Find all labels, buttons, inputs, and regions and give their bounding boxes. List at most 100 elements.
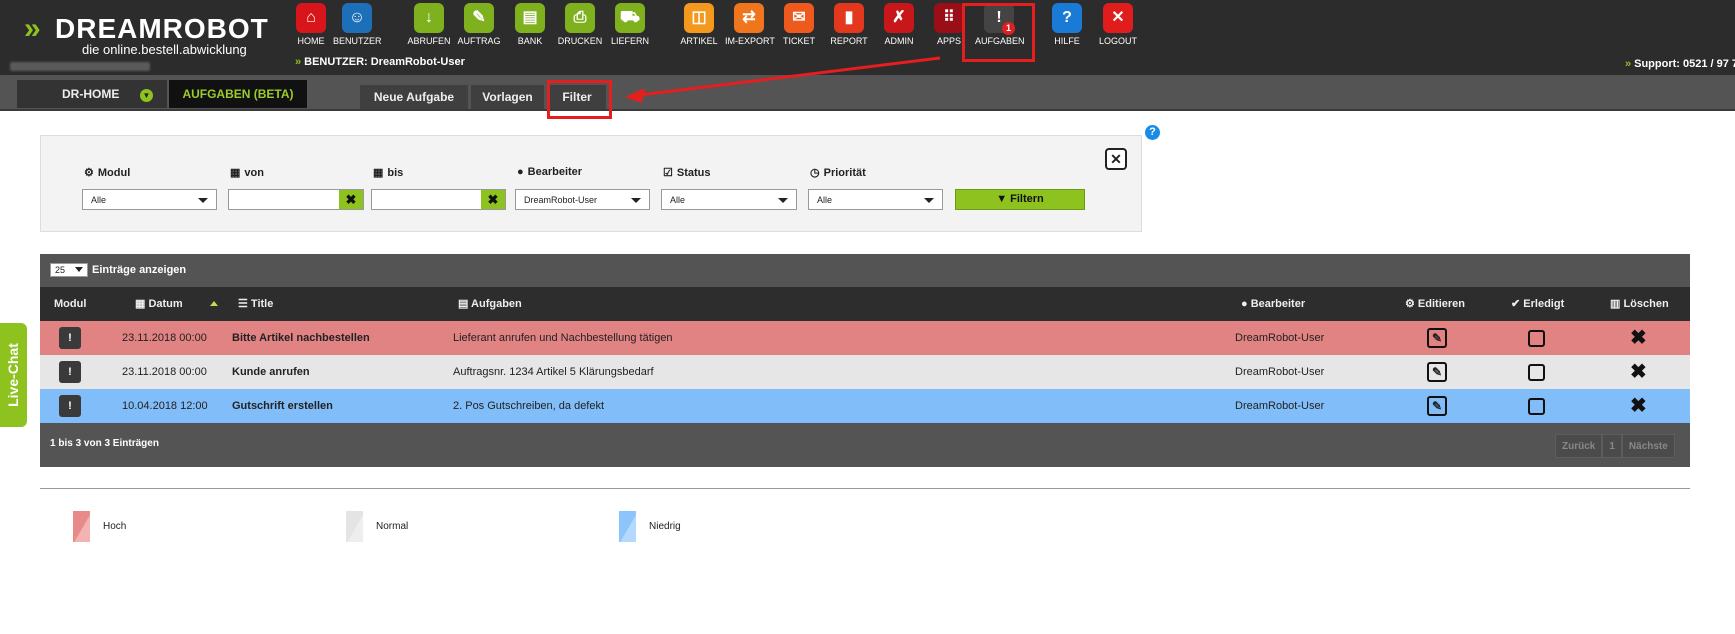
row-bearbeiter: DreamRobot-User <box>1235 332 1325 344</box>
bis-date-input[interactable]: ✖ <box>371 189 506 210</box>
bearbeiter-select-value: DreamRobot-User <box>524 195 598 205</box>
filtern-button[interactable]: ▼ Filtern <box>955 189 1085 210</box>
list-icon: ☰ <box>238 298 251 310</box>
column-erledigt[interactable]: ✔ Erledigt <box>1511 287 1564 321</box>
close-filter-button[interactable]: ✕ <box>1105 148 1127 170</box>
legend-swatch <box>619 511 636 542</box>
status-select[interactable]: Alle <box>661 189 797 210</box>
chevron-down-icon <box>778 198 788 203</box>
row-datum: 23.11.2018 00:00 <box>122 366 207 378</box>
modul-select[interactable]: Alle <box>82 189 217 210</box>
live-chat-label: Live-Chat <box>5 343 21 407</box>
erledigt-checkbox[interactable] <box>1528 330 1545 347</box>
clear-icon[interactable]: ✖ <box>339 190 363 209</box>
bearbeiter-select[interactable]: DreamRobot-User <box>515 189 650 210</box>
table-row[interactable]: ! 23.11.2018 00:00 Bitte Artikel nachbes… <box>40 321 1690 355</box>
clock-icon: ◷ <box>810 167 820 179</box>
von-label: ▦ von <box>230 166 264 179</box>
delete-icon[interactable]: ✖ <box>1630 358 1647 386</box>
row-datum: 10.04.2018 12:00 <box>122 400 208 412</box>
column-editieren-label: Editieren <box>1417 298 1465 310</box>
live-chat-button[interactable]: Live-Chat <box>0 323 27 427</box>
pager-prev-button[interactable]: Zurück <box>1555 434 1603 458</box>
bearbeiter-label: ● Bearbeiter <box>517 166 582 178</box>
table-header: Modul ▦ Datum ☰ Title ▤ Aufgaben ● Bearb… <box>40 287 1690 321</box>
help-icon[interactable]: ? <box>1145 125 1160 140</box>
calendar-icon: ▦ <box>135 298 149 310</box>
column-erledigt-label: Erledigt <box>1523 298 1565 310</box>
prioritaet-label: ◷ Priorität <box>810 166 866 179</box>
task-module-icon[interactable]: ! <box>59 395 81 417</box>
erledigt-checkbox[interactable] <box>1528 398 1545 415</box>
legend-swatch <box>346 511 363 542</box>
document-icon: ▤ <box>458 298 472 310</box>
edit-icon[interactable]: ✎ <box>1427 362 1447 382</box>
pagination: Zurück 1 Nächste <box>1555 434 1675 458</box>
calendar-icon: ▦ <box>230 167 241 179</box>
task-module-icon[interactable]: ! <box>59 327 81 349</box>
column-bearbeiter[interactable]: ● Bearbeiter <box>1241 287 1305 321</box>
prioritaet-select-value: Alle <box>817 195 833 205</box>
prioritaet-label-text: Priorität <box>823 167 866 179</box>
column-modul[interactable]: Modul <box>54 287 86 321</box>
status-select-value: Alle <box>670 195 686 205</box>
divider <box>40 488 1690 489</box>
bis-label-text: bis <box>387 167 404 179</box>
user-icon: ● <box>1241 298 1251 310</box>
trash-icon: ▥ <box>1610 298 1624 310</box>
column-datum[interactable]: ▦ Datum <box>135 287 183 321</box>
task-module-icon[interactable]: ! <box>59 361 81 383</box>
edit-icon[interactable]: ✎ <box>1427 396 1447 416</box>
table-row[interactable]: ! 10.04.2018 12:00 Gutschrift erstellen … <box>40 389 1690 423</box>
row-title: Bitte Artikel nachbestellen <box>232 332 370 344</box>
row-aufgabe: 2. Pos Gutschreiben, da defekt <box>453 400 605 412</box>
column-aufgaben[interactable]: ▤ Aufgaben <box>458 287 522 321</box>
page-size-control: 25 Einträge anzeigen <box>50 263 186 277</box>
row-bearbeiter: DreamRobot-User <box>1235 366 1325 378</box>
erledigt-checkbox[interactable] <box>1528 364 1545 381</box>
status-label-text: Status <box>676 167 711 179</box>
page-size-label: Einträge anzeigen <box>92 263 187 276</box>
chevron-down-icon <box>924 198 934 203</box>
clear-icon[interactable]: ✖ <box>481 190 505 209</box>
column-loeschen[interactable]: ▥ Löschen <box>1610 287 1669 321</box>
column-loeschen-label: Löschen <box>1623 298 1669 310</box>
pager-next-button[interactable]: Nächste <box>1621 434 1675 458</box>
prioritaet-select[interactable]: Alle <box>808 189 943 210</box>
delete-icon[interactable]: ✖ <box>1630 324 1647 352</box>
legend-swatch <box>73 511 90 542</box>
column-aufgaben-label: Aufgaben <box>471 298 522 310</box>
modul-label: ⚙ Modul <box>84 166 130 179</box>
sort-ascending-icon <box>210 301 218 306</box>
column-title-label: Title <box>250 298 274 310</box>
edit-icon[interactable]: ✎ <box>1427 328 1447 348</box>
column-editieren[interactable]: ⚙ Editieren <box>1405 287 1465 321</box>
checkbox-icon: ☑ <box>663 167 673 179</box>
gear-icon: ⚙ <box>84 167 94 179</box>
table-row[interactable]: ! 23.11.2018 00:00 Kunde anrufen Auftrag… <box>40 355 1690 389</box>
row-title: Gutschrift erstellen <box>232 400 333 412</box>
row-aufgabe: Auftragsnr. 1234 Artikel 5 Klärungsbedar… <box>453 366 654 378</box>
user-icon: ● <box>517 166 524 178</box>
chevron-down-icon <box>198 198 208 203</box>
modul-select-value: Alle <box>91 195 107 205</box>
row-aufgabe: Lieferant anrufen und Nachbestellung tät… <box>453 332 673 344</box>
column-title[interactable]: ☰ Title <box>238 287 273 321</box>
row-bearbeiter: DreamRobot-User <box>1235 400 1325 412</box>
row-datum: 23.11.2018 00:00 <box>122 332 207 344</box>
column-bearbeiter-label: Bearbeiter <box>1250 298 1306 310</box>
filtern-button-label: Filtern <box>1010 193 1044 205</box>
page-size-select[interactable]: 25 <box>50 263 88 277</box>
pager-page-button[interactable]: 1 <box>1602 434 1622 458</box>
gear-icon: ⚙ <box>1405 298 1418 310</box>
check-icon: ✔ <box>1511 298 1524 310</box>
von-date-input[interactable]: ✖ <box>228 189 364 210</box>
modul-label-text: Modul <box>97 167 131 179</box>
legend-label: Niedrig <box>649 521 681 532</box>
table-info: 1 bis 3 von 3 Einträgen <box>50 438 159 449</box>
status-label: ☑ Status <box>663 166 711 179</box>
filter-icon: ▼ <box>996 193 1011 205</box>
bearbeiter-label-text: Bearbeiter <box>527 166 583 178</box>
tasks-table: 25 Einträge anzeigen Modul ▦ Datum ☰ Titl… <box>40 254 1690 467</box>
delete-icon[interactable]: ✖ <box>1630 392 1647 420</box>
